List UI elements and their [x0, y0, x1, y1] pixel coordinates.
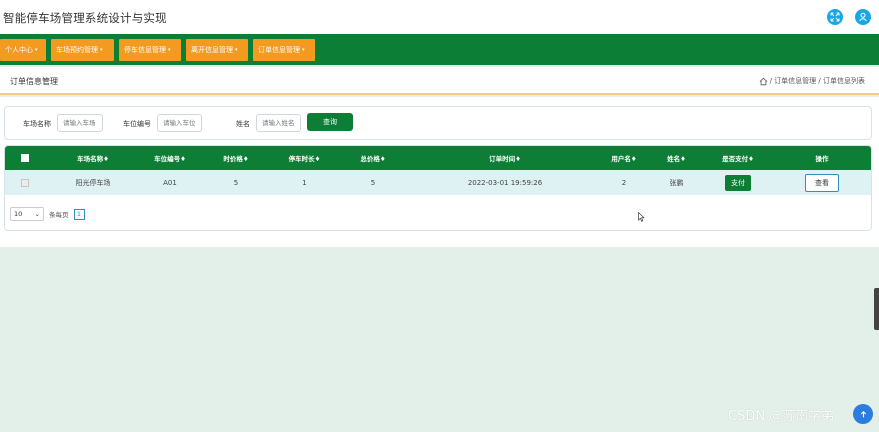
breadcrumb-item-order-management[interactable]: 订单信息管理 [774, 76, 816, 86]
sort-icon: ♦ [379, 155, 386, 163]
breadcrumb-item-order-list: 订单信息列表 [823, 77, 865, 85]
chevron-down-icon: ▾ [100, 47, 103, 53]
page-size-select[interactable]: 10 ⌄ [10, 207, 44, 221]
per-page-label: 条每页 [49, 211, 69, 219]
sort-icon: ♦ [180, 155, 186, 163]
column-header-parking-name[interactable]: 车场名称♦ [45, 146, 141, 170]
chevron-down-icon: ⌄ [34, 210, 40, 218]
page-size-value: 10 [14, 210, 23, 218]
nav-item-label: 订单信息管理 [258, 46, 300, 54]
breadcrumb-bar: 订单信息管理 / 订单信息管理 / 订单信息列表 [0, 67, 879, 95]
sort-icon: ♦ [630, 155, 637, 163]
cell-order-time: 2022-03-01 19:59:26 [467, 178, 543, 187]
nav-item-order-info[interactable]: 订单信息管理 ▾ [253, 39, 315, 61]
sort-icon: ♦ [314, 155, 321, 163]
sort-icon: ♦ [103, 155, 109, 163]
floating-action-button[interactable] [853, 404, 873, 424]
nav-item-label: 离开信息管理 [191, 46, 233, 54]
cell-duration: 1 [302, 178, 307, 187]
row-checkbox[interactable] [21, 178, 29, 187]
cell-parking-name: 阳光停车场 [75, 178, 111, 187]
column-header-actions: 操作 [815, 155, 829, 163]
view-button[interactable]: 查看 [805, 173, 839, 192]
cell-name: 张鹏 [669, 178, 684, 187]
arrow-up-icon [860, 410, 866, 417]
name-input[interactable] [256, 114, 301, 132]
page-title: 订单信息管理 [10, 77, 58, 86]
chevron-down-icon: ▾ [35, 47, 38, 53]
chevron-down-icon: ▾ [302, 47, 305, 53]
column-header-paid[interactable]: 是否支付♦ [705, 146, 771, 170]
pagination: 10 ⌄ 条每页 1 [10, 207, 85, 221]
space-no-input[interactable] [157, 114, 202, 132]
name-label: 姓名 [236, 120, 250, 128]
column-header-order-time[interactable]: 订单时间♦ [410, 146, 600, 170]
cell-space-no: A01 [163, 178, 177, 187]
sort-icon: ♦ [680, 155, 686, 163]
chevron-down-icon: ▾ [168, 47, 171, 53]
nav-item-label: 个人中心 [5, 46, 33, 54]
nav-item-parking-info[interactable]: 停车信息管理 ▾ [119, 39, 181, 61]
fullscreen-button[interactable] [827, 9, 843, 25]
user-icon [859, 12, 867, 22]
breadcrumb: / 订单信息管理 / 订单信息列表 [759, 76, 865, 86]
nav-item-leave-info[interactable]: 离开信息管理 ▾ [186, 39, 248, 61]
nav-item-reservation[interactable]: 车场预约管理 ▾ [51, 39, 114, 61]
space-no-label: 车位编号 [123, 120, 151, 128]
nav-item-label: 停车信息管理 [124, 46, 166, 54]
column-header-hourly-price[interactable]: 时价格♦ [199, 146, 273, 170]
main-nav: 个人中心 ▾ 车场预约管理 ▾ 停车信息管理 ▾ 离开信息管理 ▾ 订单信息管理 ▾ [0, 34, 879, 65]
order-table-card: 车场名称♦ 车位编号♦ 时价格♦ 停车时长♦ 总价格♦ 订单时间♦ 用户名♦ 姓… [4, 145, 872, 231]
order-table: 车场名称♦ 车位编号♦ 时价格♦ 停车时长♦ 总价格♦ 订单时间♦ 用户名♦ 姓… [5, 146, 871, 195]
page-number-button[interactable]: 1 [73, 208, 85, 220]
sort-icon: ♦ [748, 155, 754, 163]
column-header-total-price[interactable]: 总价格♦ [336, 146, 410, 170]
app-title: 智能停车场管理系统设计与实现 [3, 11, 167, 25]
parking-name-input[interactable] [57, 114, 103, 132]
parking-name-label: 车场名称 [23, 120, 51, 128]
user-button[interactable] [855, 9, 871, 25]
select-all-checkbox[interactable] [21, 154, 29, 162]
side-scroll-handle[interactable] [874, 288, 879, 330]
search-form: 车场名称 车位编号 姓名 查询 [4, 106, 872, 140]
column-header-username[interactable]: 用户名♦ [600, 146, 648, 170]
sort-icon: ♦ [242, 155, 249, 163]
cell-total-price: 5 [370, 178, 376, 187]
nav-item-personal-center[interactable]: 个人中心 ▾ [0, 39, 46, 61]
pay-button[interactable]: 支付 [725, 174, 751, 191]
sort-icon: ♦ [515, 155, 521, 163]
column-header-name[interactable]: 姓名♦ [648, 146, 705, 170]
column-header-duration[interactable]: 停车时长♦ [273, 146, 336, 170]
cell-username: 2 [621, 178, 627, 187]
breadcrumb-separator: / [818, 77, 821, 85]
table-row: 阳光停车场 A01 5 1 5 2022-03-01 19:59:26 2 张鹏… [5, 170, 871, 195]
cursor-icon [638, 212, 645, 222]
table-header-row: 车场名称♦ 车位编号♦ 时价格♦ 停车时长♦ 总价格♦ 订单时间♦ 用户名♦ 姓… [5, 146, 871, 170]
top-header: 智能停车场管理系统设计与实现 [0, 0, 879, 34]
chevron-down-icon: ▾ [235, 47, 238, 53]
fullscreen-icon [830, 12, 840, 22]
nav-item-label: 车场预约管理 [56, 46, 98, 54]
main-content: 车场名称 车位编号 姓名 查询 车场名称♦ 车位编号♦ 时价格♦ 停车时长♦ 总… [0, 97, 879, 247]
breadcrumb-separator: / [769, 77, 772, 85]
query-button[interactable]: 查询 [307, 113, 353, 131]
home-icon[interactable] [759, 77, 768, 86]
watermark: CSDN @苏南学弟 [728, 409, 835, 424]
cell-hourly-price: 5 [233, 178, 239, 187]
column-header-space-no[interactable]: 车位编号♦ [141, 146, 199, 170]
